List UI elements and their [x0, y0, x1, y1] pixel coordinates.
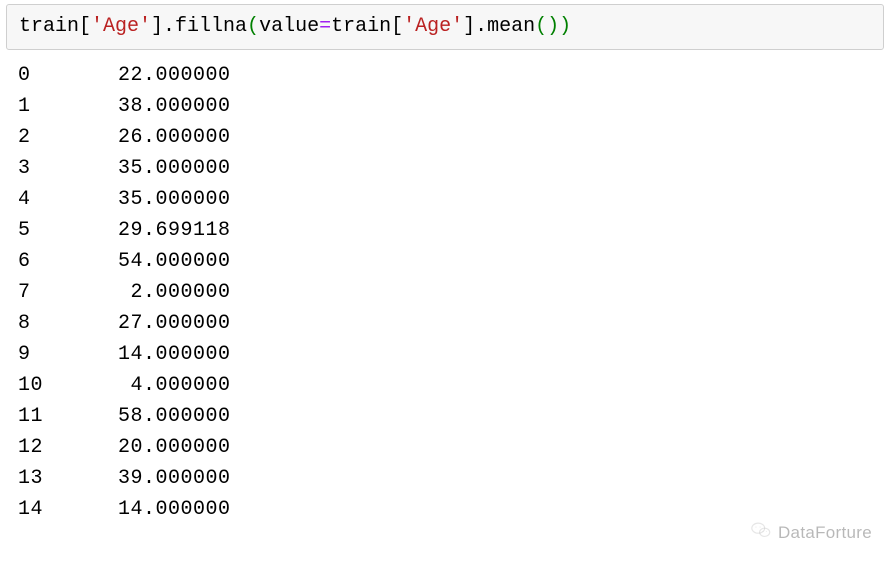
- code-operator: =: [319, 15, 331, 38]
- output-row: 6 54.000000: [18, 246, 890, 277]
- code-token: value: [259, 15, 319, 38]
- code-token: train[: [19, 15, 91, 38]
- output-row: 7 2.000000: [18, 277, 890, 308]
- watermark-text: DataForture: [778, 523, 872, 543]
- code-string: 'Age': [403, 15, 463, 38]
- code-paren: (: [247, 15, 259, 38]
- code-token: train[: [331, 15, 403, 38]
- output-row: 9 14.000000: [18, 339, 890, 370]
- output-row: 2 26.000000: [18, 122, 890, 153]
- code-token: ].fillna: [151, 15, 247, 38]
- output-row: 4 35.000000: [18, 184, 890, 215]
- watermark: DataForture: [750, 519, 872, 546]
- code-input-cell[interactable]: train['Age'].fillna(value=train['Age'].m…: [6, 4, 884, 50]
- output-row: 12 20.000000: [18, 432, 890, 463]
- output-row: 5 29.699118: [18, 215, 890, 246]
- output-row: 11 58.000000: [18, 401, 890, 432]
- output-row: 3 35.000000: [18, 153, 890, 184]
- output-row: 13 39.000000: [18, 463, 890, 494]
- code-paren: ()): [535, 15, 571, 38]
- wechat-icon: [750, 519, 772, 546]
- output-row: 0 22.000000: [18, 60, 890, 91]
- code-output: 0 22.0000001 38.0000002 26.0000003 35.00…: [0, 60, 890, 525]
- code-token: ].mean: [463, 15, 535, 38]
- output-row: 1 38.000000: [18, 91, 890, 122]
- output-row: 10 4.000000: [18, 370, 890, 401]
- code-string: 'Age': [91, 15, 151, 38]
- output-row: 8 27.000000: [18, 308, 890, 339]
